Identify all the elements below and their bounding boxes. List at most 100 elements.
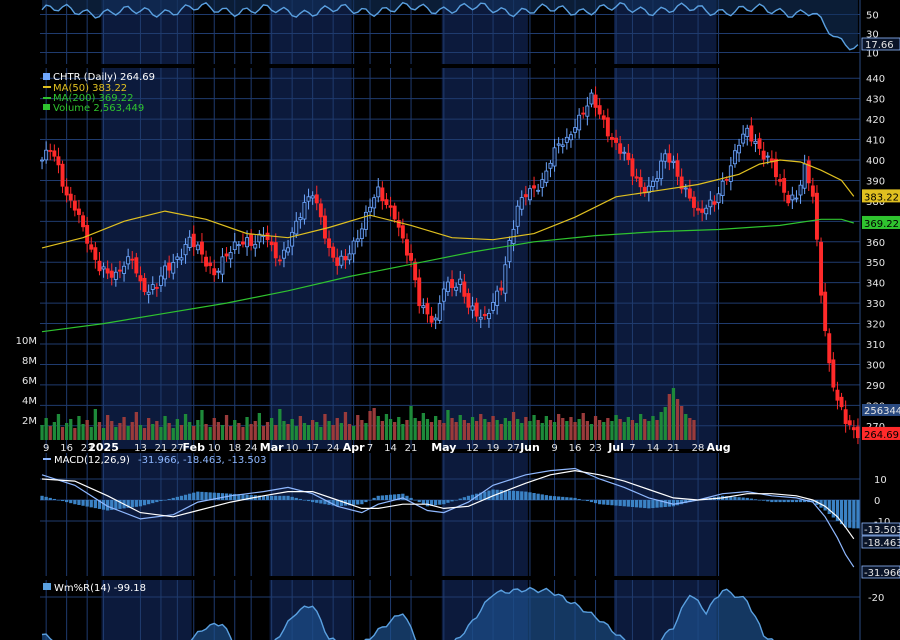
candle-body bbox=[400, 225, 405, 239]
volume-bar bbox=[142, 428, 147, 440]
candle-body bbox=[183, 244, 188, 256]
volume-bar bbox=[532, 415, 536, 440]
candle-body bbox=[117, 269, 122, 272]
macd-histogram-bar bbox=[733, 496, 737, 500]
williams-r-legend: Wm%R(14) -99.18 bbox=[43, 583, 146, 594]
macd-histogram-bar bbox=[114, 500, 118, 510]
candle-body bbox=[359, 228, 364, 239]
volume-bar bbox=[212, 418, 216, 440]
candle-body bbox=[700, 208, 705, 213]
macd-histogram-bar bbox=[93, 500, 97, 509]
macd-histogram-bar bbox=[766, 500, 770, 502]
volume-bar bbox=[614, 415, 618, 440]
volume-bar bbox=[589, 424, 594, 440]
month-band bbox=[614, 0, 717, 640]
candle-body bbox=[417, 277, 422, 307]
price-tag-text: 369.22 bbox=[864, 219, 899, 230]
volume-bar bbox=[356, 415, 360, 440]
candle-body bbox=[855, 426, 860, 439]
candle-body bbox=[503, 264, 508, 294]
volume-bar bbox=[675, 399, 680, 440]
x-axis-label: 21 bbox=[155, 443, 168, 454]
candle-body bbox=[634, 176, 639, 179]
candle-body bbox=[40, 159, 45, 162]
macd-histogram-bar bbox=[762, 500, 766, 501]
candle-body bbox=[318, 203, 323, 218]
macd-histogram-bar bbox=[40, 495, 44, 500]
candle-body bbox=[93, 247, 98, 260]
candle-body bbox=[97, 260, 102, 272]
volume-bar bbox=[421, 413, 425, 440]
macd-histogram-bar bbox=[81, 500, 85, 506]
month-band bbox=[441, 0, 528, 640]
candle-body bbox=[753, 140, 758, 144]
volume-bar bbox=[393, 422, 397, 440]
willr-axis-tick: -20 bbox=[868, 593, 884, 604]
macd-histogram-bar bbox=[48, 497, 52, 500]
volume-bar bbox=[667, 394, 671, 440]
candle-body bbox=[232, 241, 237, 251]
macd-histogram-bar bbox=[516, 491, 520, 500]
candle-body bbox=[216, 270, 221, 273]
macd-histogram-bar bbox=[356, 500, 360, 505]
candle-body bbox=[130, 258, 135, 261]
volume-tag-text: 2563449 bbox=[864, 406, 900, 417]
candle-body bbox=[105, 268, 110, 274]
volume-bar bbox=[192, 426, 196, 440]
macd-histogram-bar bbox=[536, 493, 540, 500]
macd-histogram-bar bbox=[614, 500, 618, 506]
macd-histogram-bar bbox=[544, 495, 548, 500]
volume-bar bbox=[73, 428, 77, 440]
volume-axis-tick: 6M bbox=[22, 376, 37, 387]
candle-body bbox=[44, 149, 49, 161]
volume-bar bbox=[655, 420, 659, 440]
candle-body bbox=[154, 287, 159, 289]
volume-bar bbox=[77, 416, 81, 440]
candle-body bbox=[581, 112, 586, 115]
volume-legend-swatch bbox=[43, 104, 50, 110]
volume-bar bbox=[384, 414, 389, 440]
candle-body bbox=[704, 207, 709, 215]
macd-histogram-bar bbox=[315, 500, 319, 503]
macd-histogram-bar bbox=[524, 491, 528, 500]
volume-bar bbox=[306, 425, 311, 440]
macd-histogram-bar bbox=[311, 500, 315, 503]
candle-body bbox=[609, 137, 614, 140]
candle-body bbox=[191, 233, 196, 248]
macd-histogram-bar bbox=[60, 500, 65, 502]
candle-body bbox=[310, 195, 315, 199]
volume-bar bbox=[585, 421, 589, 440]
macd-histogram-bar bbox=[446, 500, 450, 503]
candle-body bbox=[720, 180, 725, 196]
macd-histogram-bar bbox=[794, 500, 799, 503]
price-axis-tick: 400 bbox=[866, 156, 885, 167]
candle-body bbox=[64, 186, 69, 196]
macd-histogram-bar bbox=[757, 500, 762, 501]
candle-body bbox=[331, 246, 336, 258]
macd-histogram-bar bbox=[138, 500, 143, 507]
macd-histogram-bar bbox=[372, 497, 376, 500]
candle-body bbox=[466, 293, 471, 308]
volume-bar bbox=[684, 414, 688, 440]
candle-body bbox=[433, 317, 438, 321]
price-axis-tick: 440 bbox=[866, 74, 885, 85]
macd-histogram-bar bbox=[639, 500, 643, 508]
volume-bar bbox=[536, 420, 540, 440]
volume-bar bbox=[479, 414, 483, 440]
candle-body bbox=[687, 188, 692, 199]
candle-body bbox=[339, 255, 344, 266]
candle-body bbox=[277, 259, 282, 262]
volume-bar bbox=[130, 422, 134, 440]
macd-histogram-bar bbox=[409, 497, 413, 500]
top-axis-tick: 50 bbox=[866, 11, 879, 22]
volume-bar bbox=[688, 418, 692, 440]
volume-bar bbox=[97, 422, 102, 440]
macd-histogram-bar bbox=[183, 494, 188, 500]
macd-histogram-bar bbox=[65, 500, 69, 503]
candle-body bbox=[195, 244, 200, 251]
macd-axis-tick: 10 bbox=[874, 475, 887, 486]
candle-body bbox=[835, 389, 840, 401]
x-axis-label: 21 bbox=[405, 443, 418, 454]
x-axis-label: 14 bbox=[384, 443, 397, 454]
macd-histogram-bar bbox=[507, 490, 512, 500]
